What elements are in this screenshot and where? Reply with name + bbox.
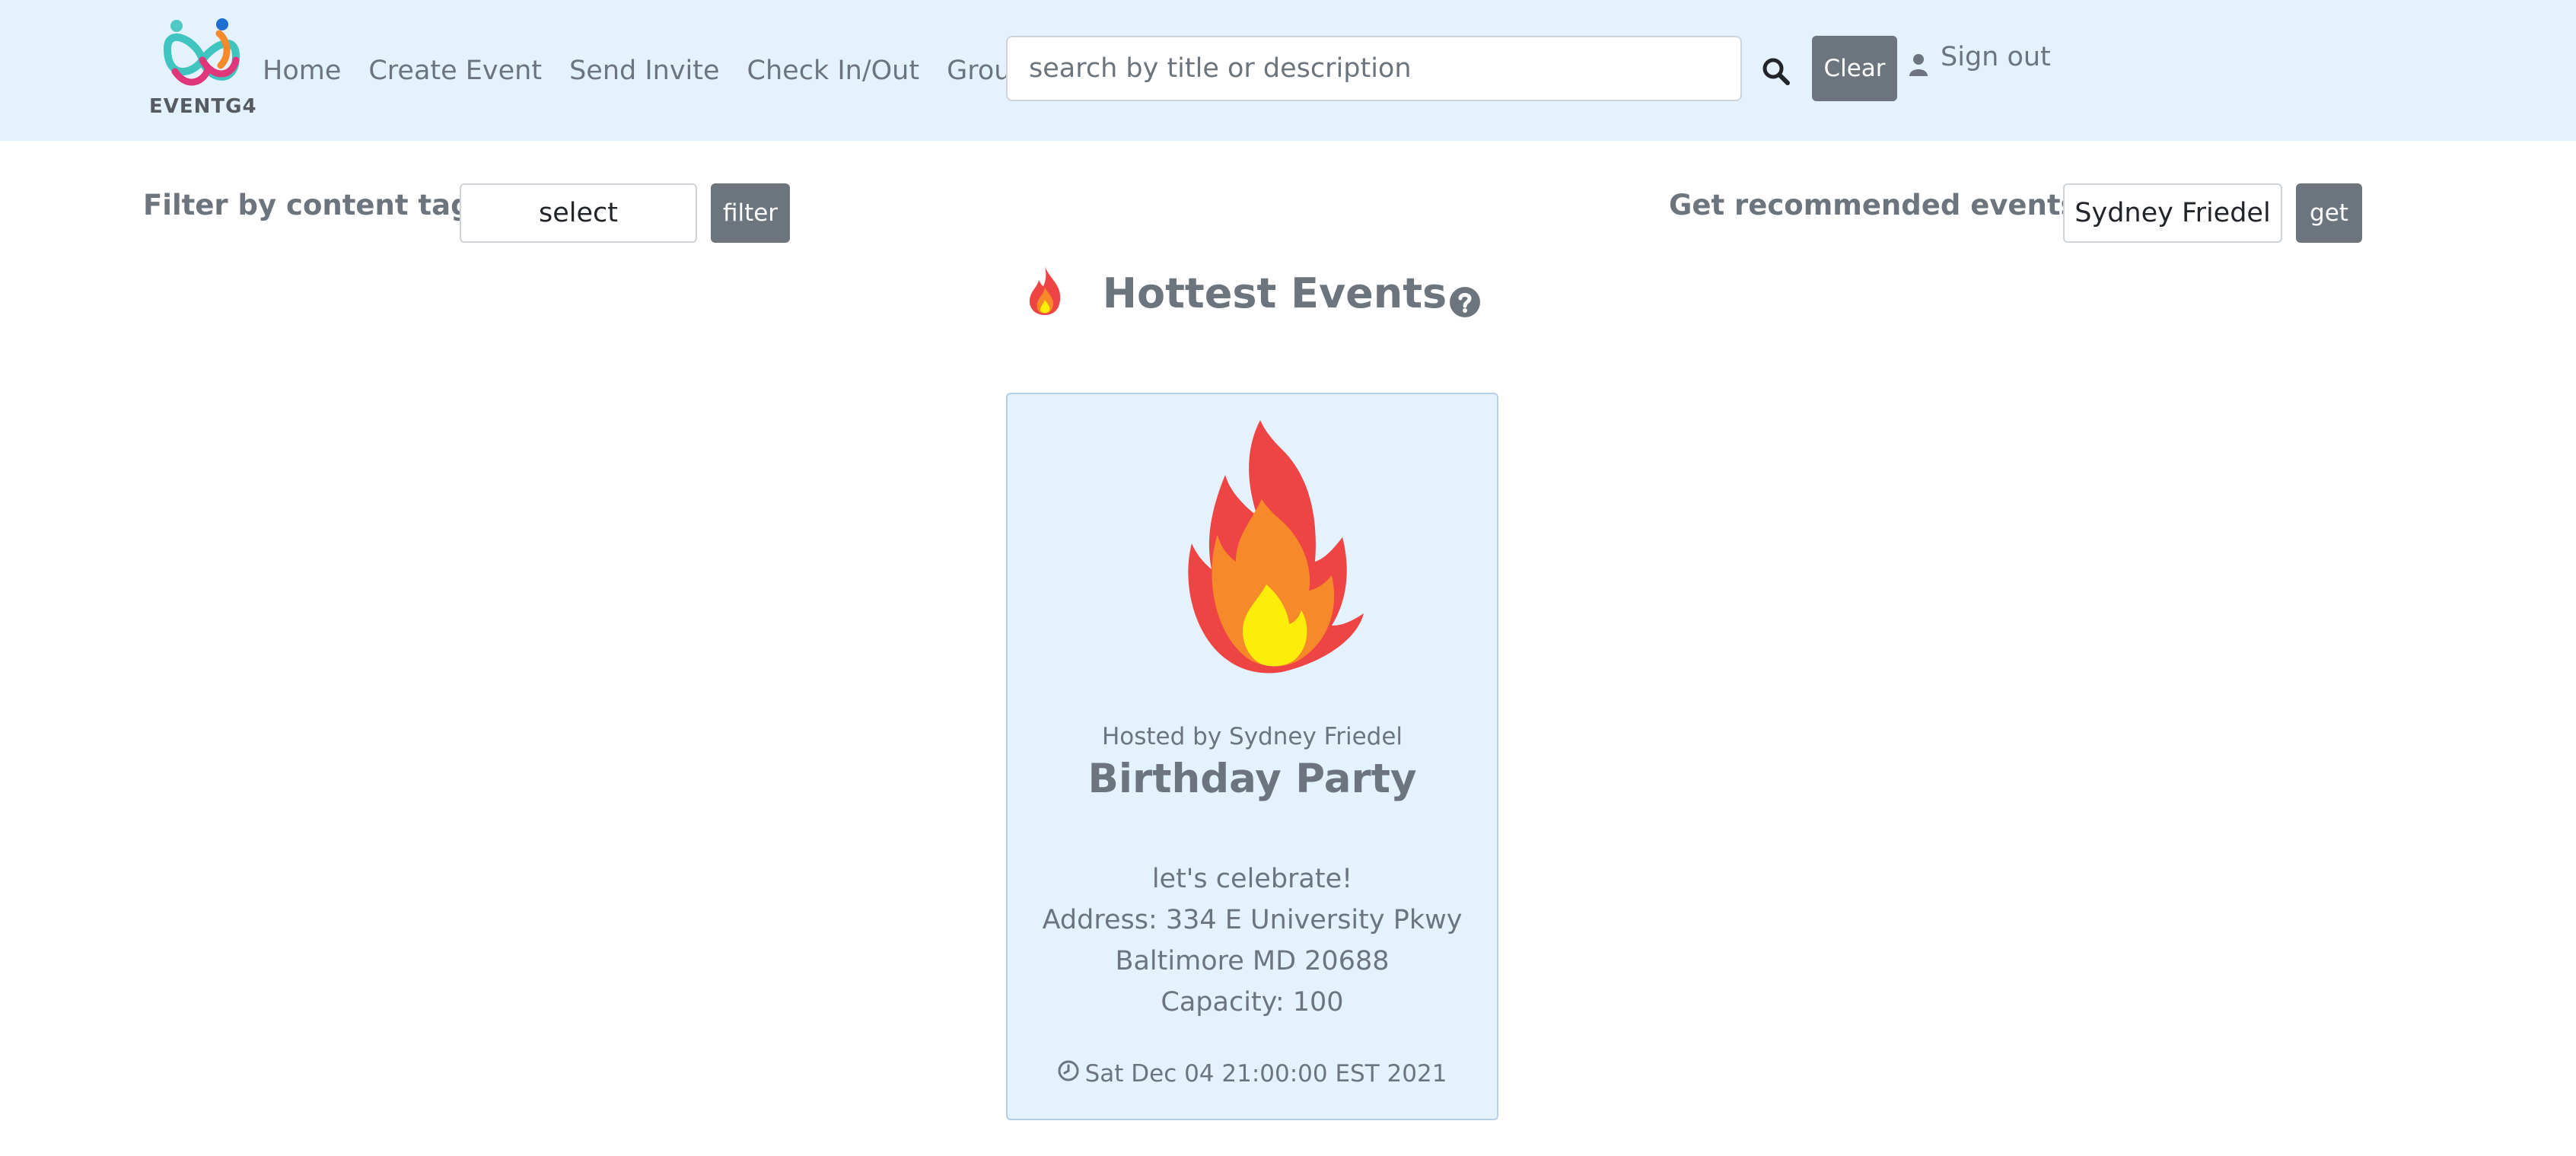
brand-logo[interactable]: EVENTG4 [149,18,256,125]
fire-icon [1027,265,1063,317]
event-address-line2: Baltimore MD 20688 [1115,946,1390,976]
navbar: EVENTG4 Home Create Event Send Invite Ch… [0,0,2576,141]
clock-icon [1058,1060,1079,1088]
nav-link-send-invite[interactable]: Send Invite [569,56,719,86]
nav-link-check-in-out[interactable]: Check In/Out [747,56,920,86]
question-circle-icon[interactable] [1449,286,1481,318]
get-button[interactable]: get [2296,183,2362,243]
filter-label: Filter by content tag: [143,189,482,221]
search-icon[interactable] [1761,56,1791,87]
nav-links: Home Create Event Send Invite Check In/O… [263,0,1069,141]
brand-text: EVENTG4 [149,95,257,118]
recommend-user-select[interactable]: Sydney Friedel [2063,183,2282,243]
event-capacity: Capacity: 100 [1161,987,1344,1017]
event-card[interactable]: Hosted by Sydney Friedel Birthday Party … [1006,393,1498,1120]
recommend-label: Get recommended events: [1669,189,2089,221]
event-datetime-row: Sat Dec 04 21:00:00 EST 2021 [1008,1060,1497,1088]
event-host: Hosted by Sydney Friedel [1101,723,1403,750]
nav-link-home[interactable]: Home [263,56,341,86]
event-address-line1: Address: 334 E University Pkwy [1042,905,1463,935]
fire-icon [1122,409,1384,683]
nav-link-create-event[interactable]: Create Event [368,56,542,86]
filter-button[interactable]: filter [711,183,790,243]
event-description: let's celebrate! [1151,864,1353,894]
event-datetime: Sat Dec 04 21:00:00 EST 2021 [1084,1060,1447,1088]
sign-out-label: Sign out [1941,42,2051,72]
clear-button[interactable]: Clear [1812,36,1897,101]
user-icon [1909,53,1928,83]
content-tag-select[interactable]: select [460,183,697,243]
sign-out-link[interactable]: Sign out [1909,38,2051,76]
search-input[interactable] [1006,36,1742,101]
hottest-events-title: Hottest Events [1102,269,1447,317]
event-title[interactable]: Birthday Party [1008,756,1497,802]
logo-icon [163,18,240,86]
